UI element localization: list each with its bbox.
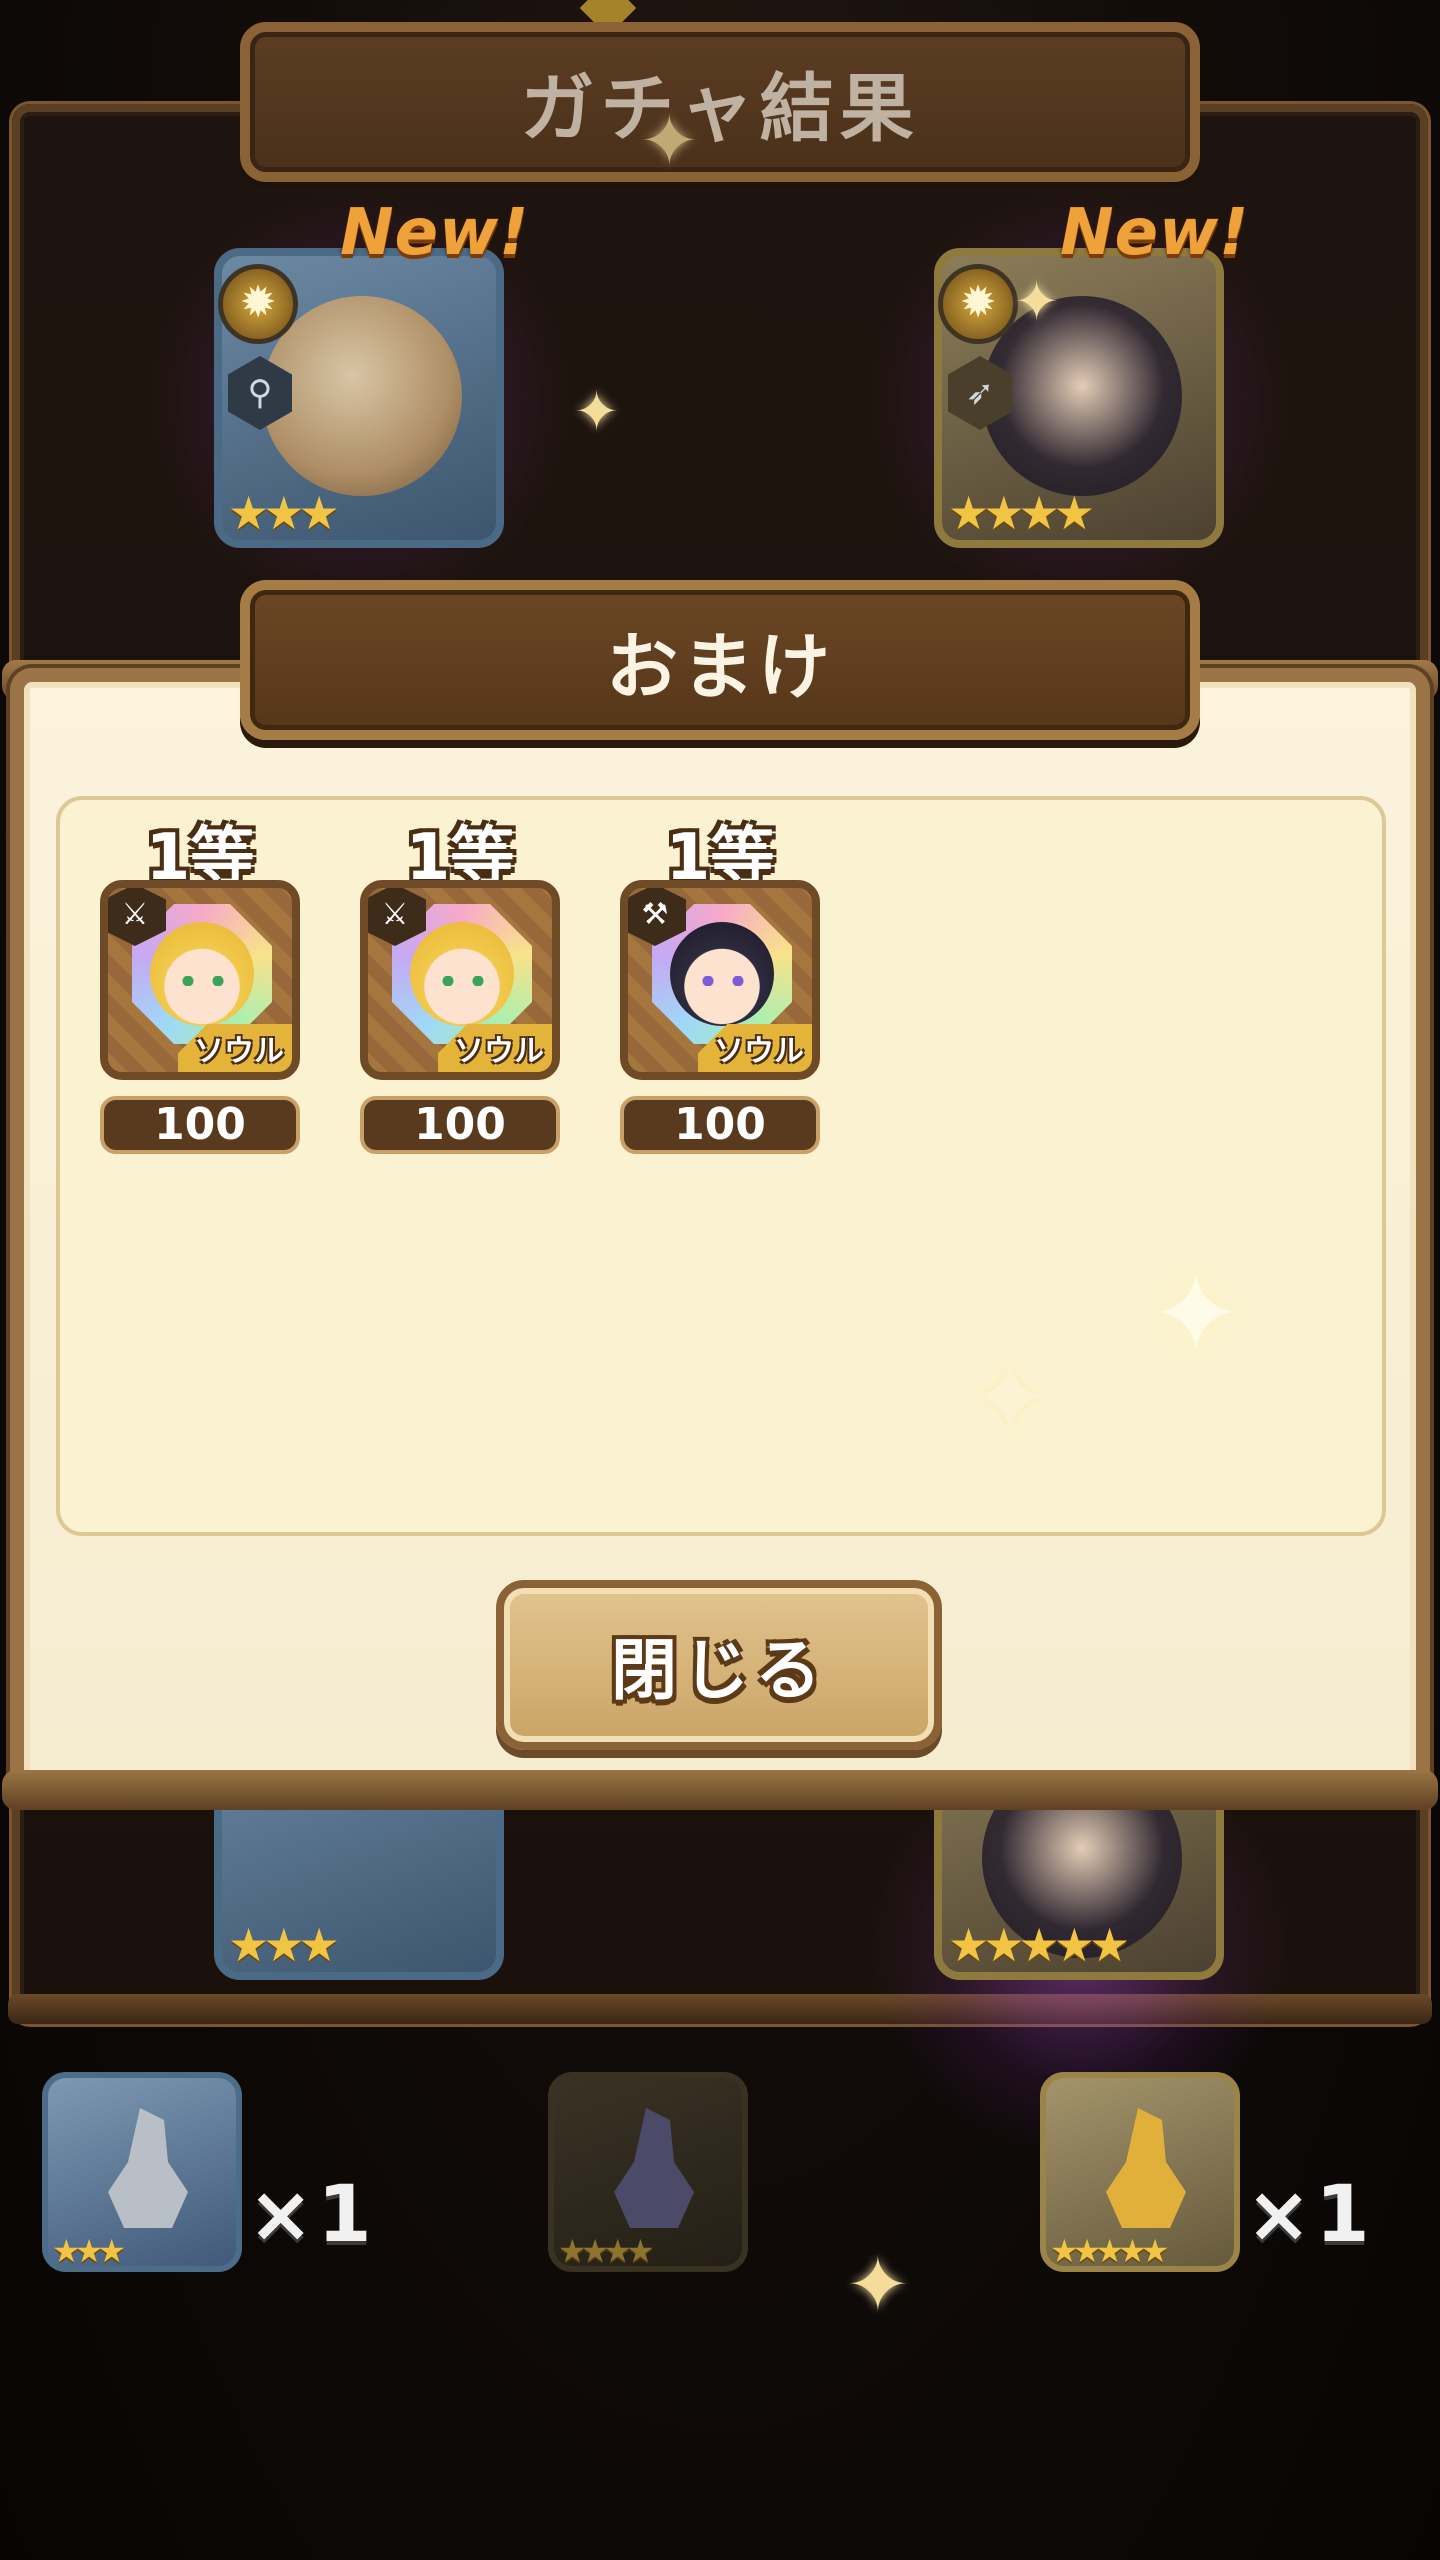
reward-item[interactable]: 1等 ⚔ ソウル 100 (100, 806, 300, 1154)
results-title: ガチャ結果 (520, 65, 920, 152)
reward-quantity: 100 (620, 1096, 820, 1154)
portrait-eyes (438, 976, 488, 986)
sun-icon: ✹ (218, 264, 298, 344)
character-portrait (262, 296, 462, 496)
sparkle-icon: ✦ (1150, 1250, 1243, 1378)
sparkle-icon: ✦ (846, 2240, 910, 2329)
sparkle-icon: ✦ (640, 100, 699, 182)
reward-item[interactable]: 1等 ⚔ ソウル 100 (360, 806, 560, 1154)
statue-item[interactable]: ★★★★ (548, 2072, 748, 2272)
results-title-banner: ガチャ結果 (240, 22, 1200, 182)
soul-item-icon: ⚒ ソウル (620, 880, 820, 1080)
character-portrait (670, 922, 774, 1026)
rarity-stars: ★★★★ (948, 486, 1095, 540)
rarity-stars: ★★★★★ (1050, 2232, 1169, 2270)
sparkle-icon: ✦ (1014, 270, 1060, 333)
reward-type-label: ソウル (698, 1024, 812, 1072)
new-badge: New! (340, 196, 530, 270)
reward-type-label: ソウル (438, 1024, 552, 1072)
rarity-stars: ★★★★ (558, 2232, 655, 2270)
statue-count: ×1 (248, 2170, 376, 2260)
statue-icon (1106, 2108, 1186, 2228)
rarity-stars: ★★★ (228, 486, 340, 540)
result-card[interactable]: ✹ ⚲ ★★★ (214, 248, 504, 548)
close-button[interactable]: 閉じる (496, 1580, 942, 1750)
reward-item[interactable]: 1等 ⚒ ソウル 100 (620, 806, 820, 1154)
character-portrait (150, 922, 254, 1026)
statue-item[interactable]: ★★★ (42, 2072, 242, 2272)
sun-icon: ✹ (938, 264, 1018, 344)
new-badge: New! (1060, 196, 1250, 270)
reward-quantity: 100 (360, 1096, 560, 1154)
statue-icon (614, 2108, 694, 2228)
gacha-result-screen: ガチャ結果 ✹ ⚲ ★★★ New! ✹ ➶ ★★★★ New! ★★★ ★★★… (0, 0, 1440, 2560)
sparkle-icon: ✦ (968, 1340, 1052, 1457)
statue-item[interactable]: ★★★★★ (1040, 2072, 1240, 2272)
statue-count: ×1 (1246, 2170, 1374, 2260)
reward-quantity: 100 (100, 1096, 300, 1154)
bonus-modal-title-banner: おまけ (240, 580, 1200, 740)
reward-type-label: ソウル (178, 1024, 292, 1072)
character-portrait (982, 296, 1182, 496)
rarity-stars: ★★★★★ (948, 1918, 1130, 1972)
modal-bottom-rail (2, 1770, 1438, 1810)
portrait-eyes (698, 976, 748, 986)
bonus-modal-title: おまけ (605, 624, 834, 709)
portrait-eyes (178, 976, 228, 986)
sparkle-icon: ✦ (574, 380, 620, 443)
soul-item-icon: ⚔ ソウル (360, 880, 560, 1080)
result-card[interactable]: ✹ ➶ ★★★★ (934, 248, 1224, 548)
statue-icon (108, 2108, 188, 2228)
close-button-label: 閉じる (611, 1632, 827, 1709)
soul-item-icon: ⚔ ソウル (100, 880, 300, 1080)
rarity-stars: ★★★ (228, 1918, 340, 1972)
rarity-stars: ★★★ (52, 2232, 126, 2270)
character-portrait (410, 922, 514, 1026)
